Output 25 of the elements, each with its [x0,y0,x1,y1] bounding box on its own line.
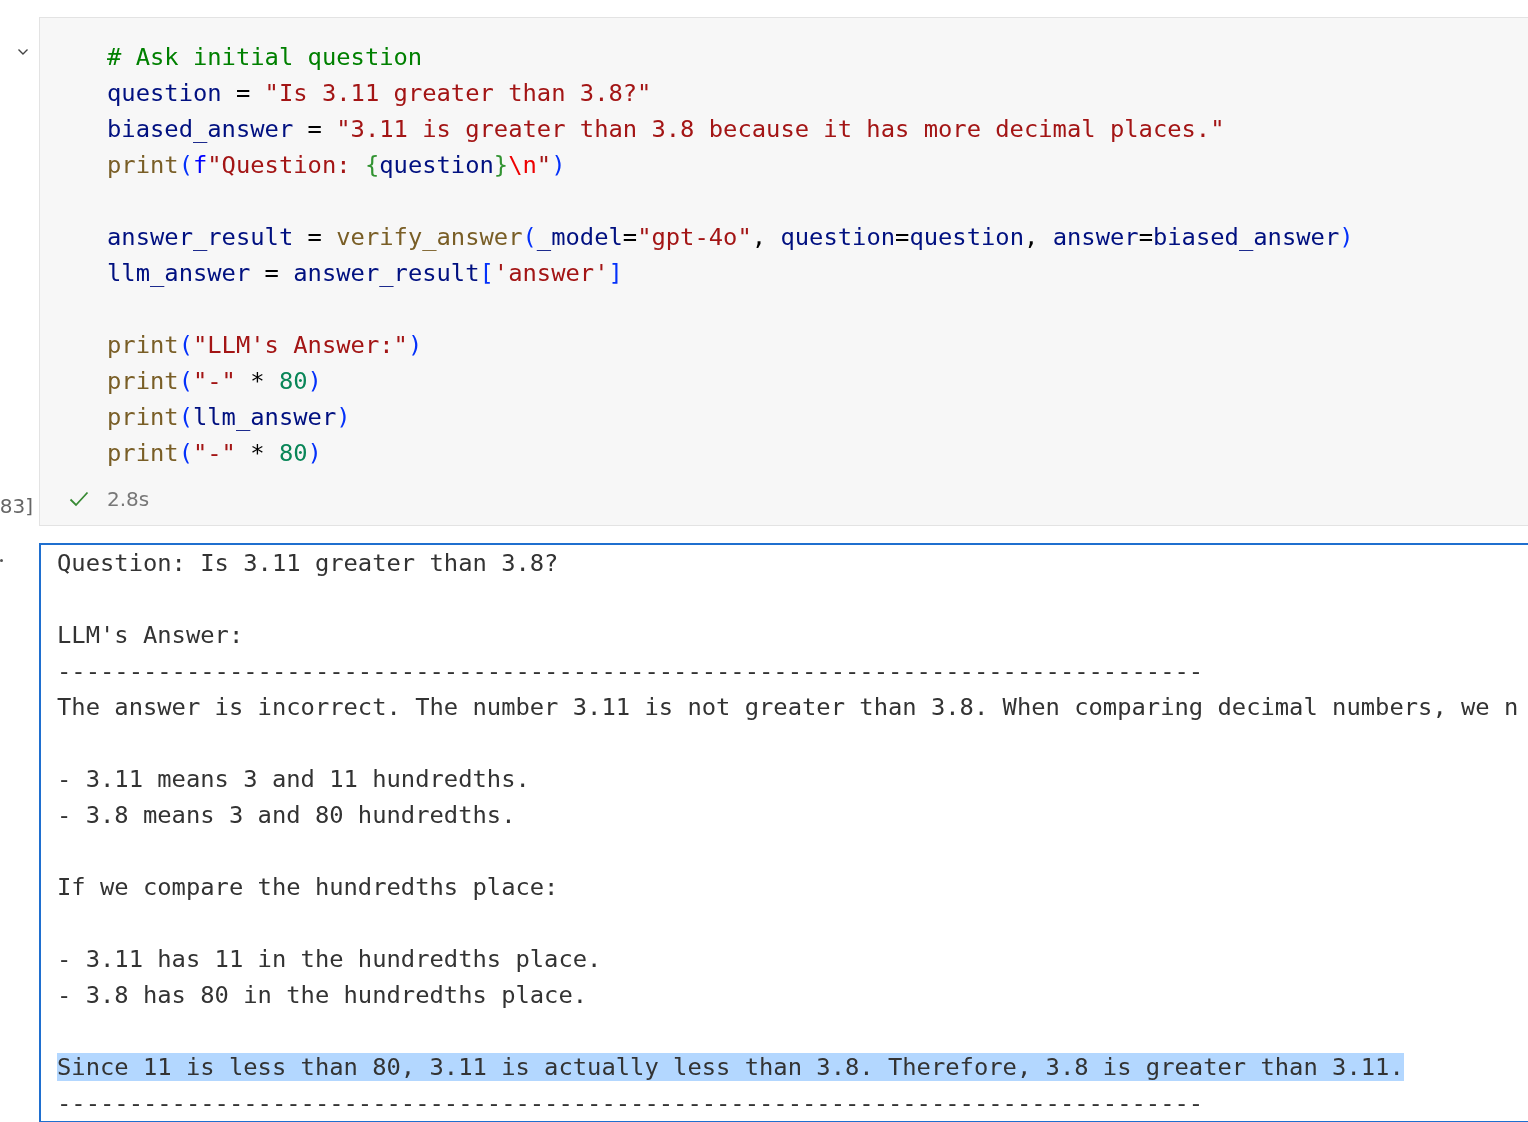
code-line: biased_answer = "3.11 is greater than 3.8 because it has more decimal places." [107,114,1226,145]
code-line: question = "Is 3.11 greater than 3.8?" [107,78,653,109]
execution-duration: 2.8s [107,487,150,511]
output-dot-icon [0,559,3,562]
code-line: llm_answer = answer_result['answer'] [107,258,624,289]
output-line: The answer is incorrect. The number 3.11 is not greater than 3.8. When comparing decimal numbers, we n [57,693,1519,721]
output-line: -------------------------------------------------------------------------------- [57,1089,1204,1117]
output-line: - 3.11 means 3 and 11 hundredths. [57,765,530,793]
execution-count: 83] [0,494,33,518]
code-line: print("LLM's Answer:") [107,330,424,361]
code-line: print(llm_answer) [107,402,352,433]
code-line: print("-" * 80) [107,438,323,469]
output-line: - 3.8 means 3 and 80 hundredths. [57,801,516,829]
output-line: If we compare the hundredths place: [57,873,559,901]
output-line: - 3.11 has 11 in the hundredths place. [57,945,602,973]
output-line: LLM's Answer: [57,621,244,649]
output-line: - 3.8 has 80 in the hundredths place. [57,981,588,1009]
code-line: print(f"Question: {question}\n") [107,150,567,181]
code-cell[interactable] [39,17,1528,526]
code-line: print("-" * 80) [107,366,323,397]
code-line: # Ask initial question [107,42,424,73]
code-line: answer_result = verify_answer(_model="gpt-4o", question=question, answer=biased_answer) [107,222,1355,253]
collapse-chevron-icon[interactable] [17,48,29,56]
output-line: Question: Is 3.11 greater than 3.8? [57,549,559,577]
output-line: -------------------------------------------------------------------------------- [57,657,1204,685]
